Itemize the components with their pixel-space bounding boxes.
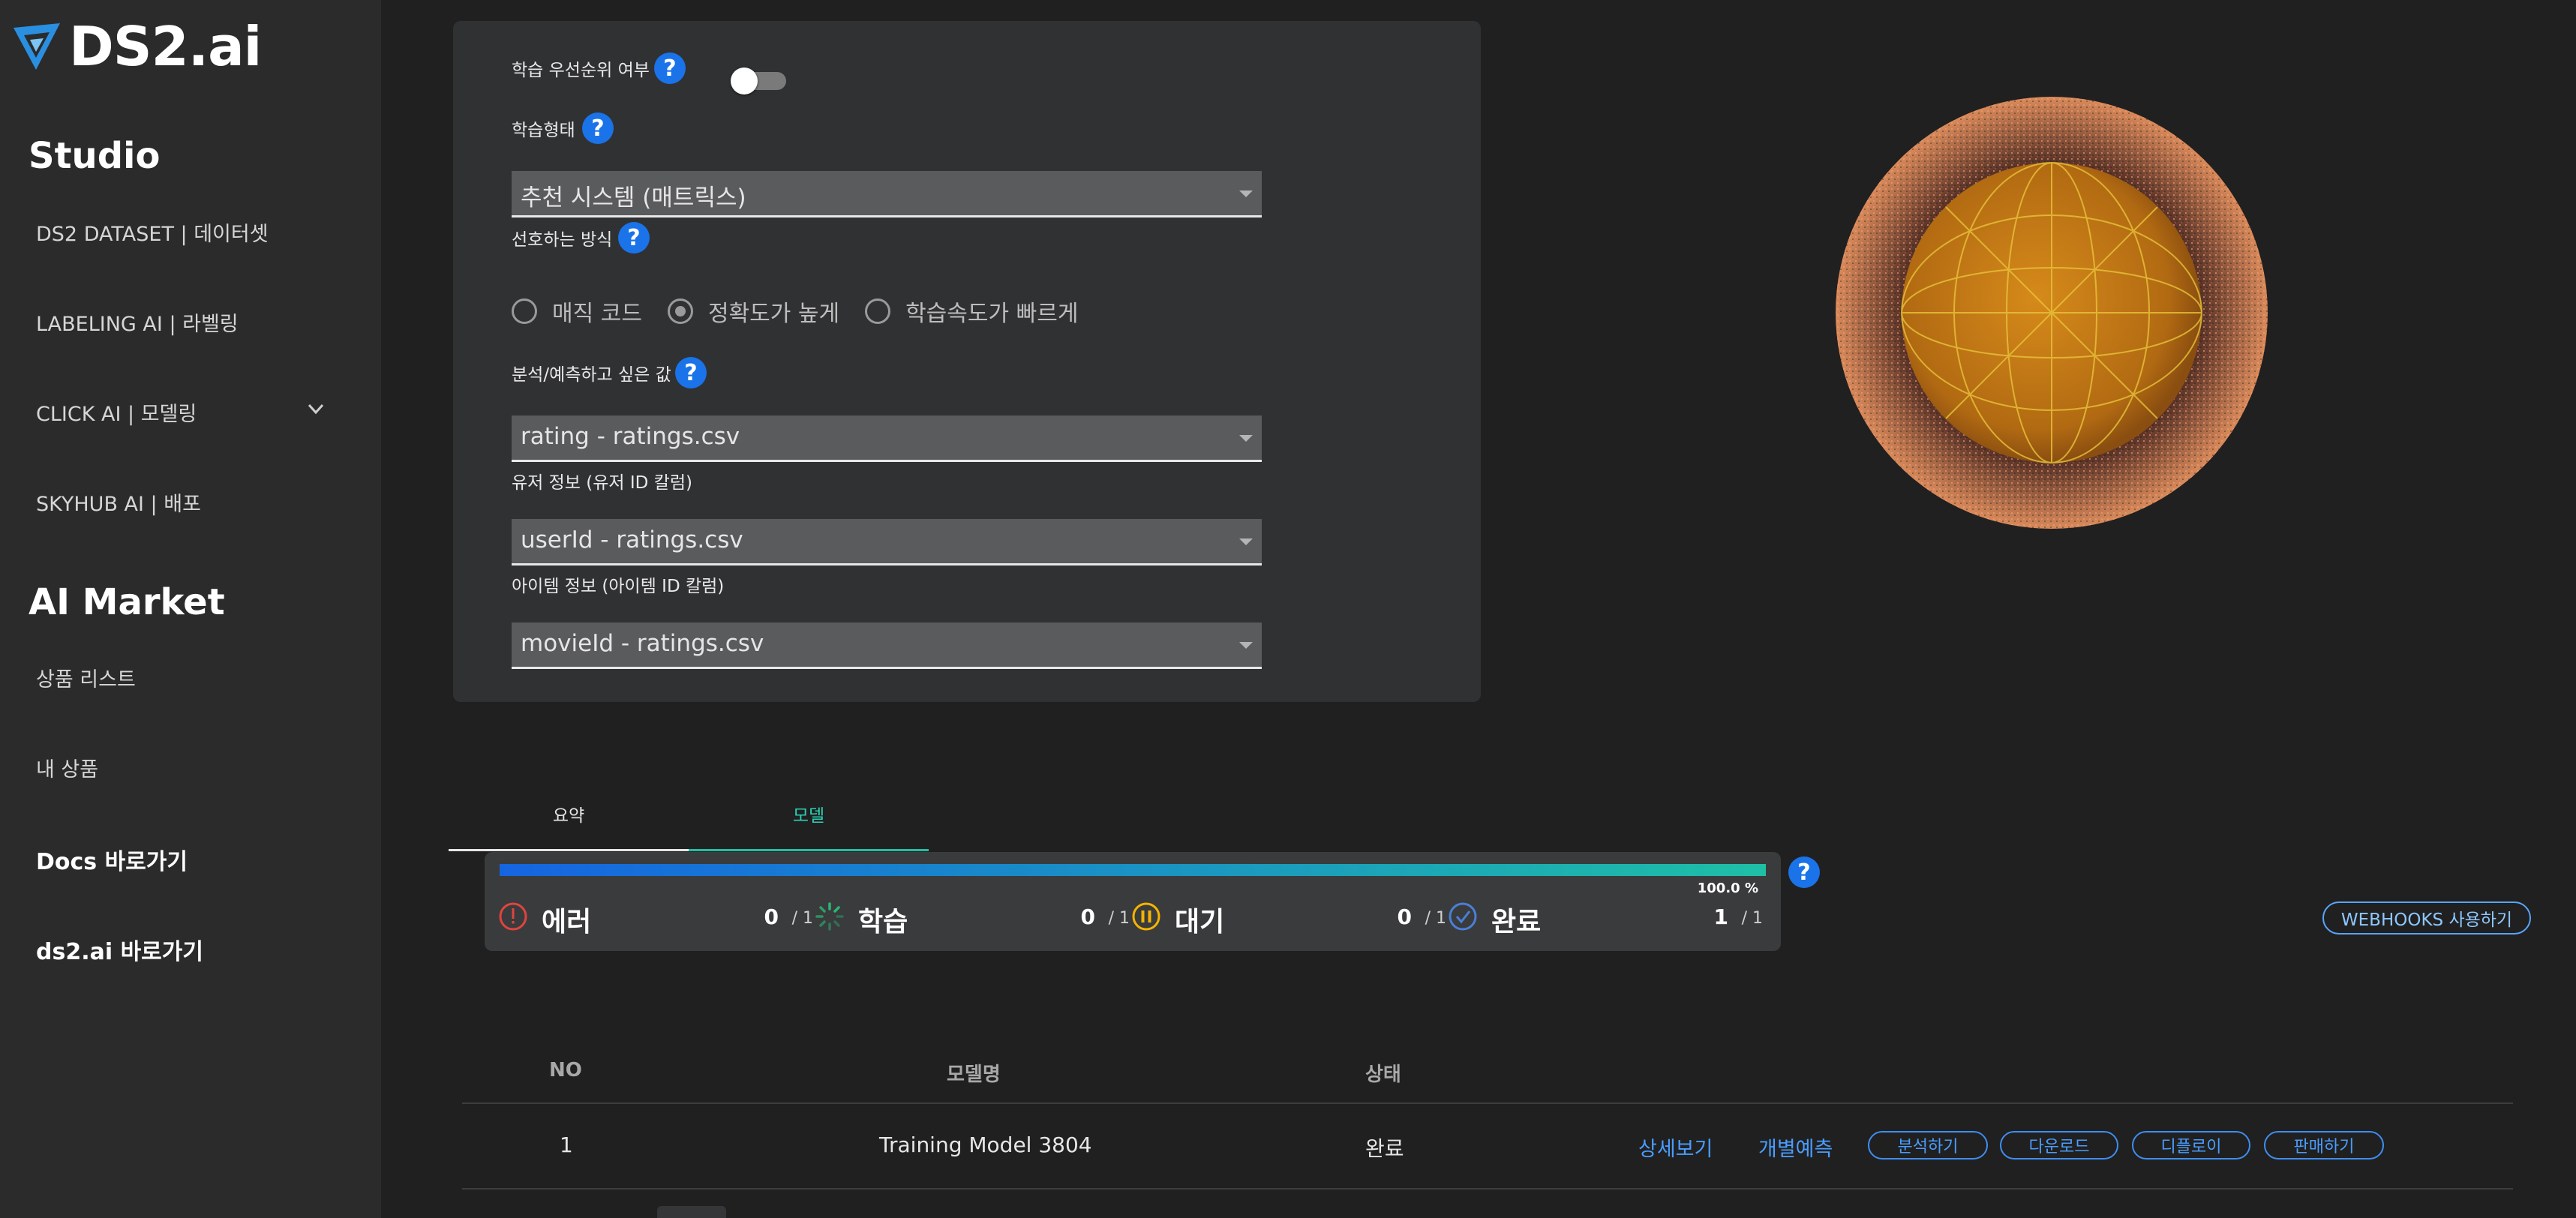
deploy-button[interactable]: 디플로이 [2132,1131,2250,1160]
target-label: 분석/예측하고 싶은 값 [512,365,671,385]
table-header-state: 상태 [1365,1064,1401,1086]
caret-down-icon [1239,538,1253,545]
individual-predict-link[interactable]: 개별예측 [1758,1132,1833,1162]
user-column-value: userId - ratings.csv [521,526,743,554]
table-header-name: 모델명 [947,1064,1001,1086]
row-model-name: Training Model 3804 [879,1132,1092,1157]
sidebar-link-ds2ai[interactable]: ds2.ai 바로가기 [36,933,203,966]
progress-label: 100.0 % [1697,880,1758,896]
user-column-label: 유저 정보 (유저 ID 칼럼) [512,473,692,493]
sidebar-link-docs[interactable]: Docs 바로가기 [36,843,188,876]
priority-label: 학습 우선순위 여부 [512,61,650,80]
progress-bar [500,864,1766,876]
detail-link[interactable]: 상세보기 [1638,1132,1713,1162]
spinner-icon [815,902,844,931]
stat-count: 0 [764,904,779,929]
priority-toggle[interactable] [731,68,789,94]
chevron-down-icon[interactable] [306,399,326,418]
train-type-value: 추천 시스템 (매트릭스) [521,184,746,212]
stat-count: 0 [1080,904,1095,929]
tab-label: 요약 [552,806,585,826]
table-divider [462,1102,2513,1104]
sidebar-item-skyhub[interactable]: SKYHUB AI | 배포 [36,488,201,517]
stat-name: 대기 [1175,907,1225,938]
table-divider [462,1188,2513,1190]
sidebar-item-my-products[interactable]: 내 상품 [36,753,98,782]
caret-down-icon [1239,190,1253,197]
ai-market-title: AI Market [29,581,225,623]
help-icon[interactable]: ? [618,222,650,254]
tab-label: 모델 [792,806,825,826]
sidebar: DS2.ai Studio DS2 DATASET | 데이터셋 LABELIN… [0,0,381,1218]
item-column-value: movieId - ratings.csv [521,630,764,657]
item-column-label: 아이템 정보 (아이템 ID 칼럼) [512,577,725,596]
target-value: rating - ratings.csv [521,423,740,450]
table-header-no: NO [549,1059,582,1082]
tab-summary[interactable]: 요약 [449,800,689,851]
target-select[interactable]: rating - ratings.csv [512,416,1262,462]
error-icon [499,902,527,931]
toggle-knob [731,68,758,94]
help-icon[interactable]: ? [1788,856,1820,888]
stat-total: / 1 [791,909,813,928]
pause-icon [1132,902,1160,931]
progress-fill [500,864,1766,876]
caret-down-icon [1239,435,1253,442]
logo-text: DS2.ai [69,15,262,78]
stat-complete: 완료 1 / 1 [1448,898,1763,938]
radio-high-accuracy[interactable]: 정확도가 높게 [667,295,840,328]
download-button[interactable]: 다운로드 [2000,1131,2118,1160]
train-type-select[interactable]: 추천 시스템 (매트릭스) [512,171,1262,218]
analyze-button[interactable]: 분석하기 [1868,1131,1988,1160]
training-sphere-animation [1836,97,2268,529]
train-type-label: 학습형태 [512,121,575,140]
row-state: 완료 [1365,1136,1404,1161]
stat-count: 1 [1713,904,1728,929]
radio-label: 매직 코드 [552,301,642,327]
radio-label: 학습속도가 빠르게 [905,301,1079,327]
stat-count: 0 [1397,904,1412,929]
radio-magic-code[interactable]: 매직 코드 [512,295,642,328]
sidebar-item-product-list[interactable]: 상품 리스트 [36,663,136,692]
help-icon[interactable]: ? [675,357,707,388]
stat-error: 에러 0 / 1 [498,898,813,938]
webhooks-button[interactable]: WEBHOOKS 사용하기 [2322,902,2531,934]
stat-name: 에러 [542,907,592,938]
stat-total: / 1 [1108,909,1130,928]
stat-name: 완료 [1491,907,1542,938]
studio-title: Studio [29,135,161,177]
sidebar-item-labeling[interactable]: LABELING AI | 라벨링 [36,308,239,337]
user-column-select[interactable]: userId - ratings.csv [512,519,1262,566]
stat-name: 학습 [858,907,908,938]
help-icon[interactable]: ? [654,52,686,84]
ds2-logo-icon [14,23,60,70]
method-radio-group: 매직 코드 정확도가 높게 학습속도가 빠르게 [512,292,1103,330]
check-circle-icon [1449,902,1477,931]
pagination[interactable] [657,1206,726,1218]
radio-label: 정확도가 높게 [707,301,840,327]
stat-waiting: 대기 0 / 1 [1131,898,1446,938]
stat-training: 학습 0 / 1 [815,898,1130,938]
row-no: 1 [560,1132,573,1157]
radio-circle [865,298,891,324]
stat-total: / 1 [1741,909,1763,928]
caret-down-icon [1239,642,1253,649]
sidebar-item-click-ai[interactable]: CLICK AI | 모델링 [36,398,197,427]
radio-circle [512,298,537,324]
item-column-select[interactable]: movieId - ratings.csv [512,622,1262,669]
stat-total: / 1 [1425,909,1446,928]
sell-button[interactable]: 판매하기 [2264,1131,2384,1160]
radio-fast-training[interactable]: 학습속도가 빠르게 [865,295,1078,328]
help-icon[interactable]: ? [582,112,614,144]
radio-circle-checked [667,298,693,324]
sidebar-item-dataset[interactable]: DS2 DATASET | 데이터셋 [36,218,269,247]
training-status-panel: 100.0 % 에러 0 / 1 학습 0 / 1 대기 0 / 1 완료 1 … [485,852,1781,951]
tab-models[interactable]: 모델 [689,800,929,851]
logo[interactable]: DS2.ai [14,15,262,78]
method-label: 선호하는 방식 [512,230,613,250]
